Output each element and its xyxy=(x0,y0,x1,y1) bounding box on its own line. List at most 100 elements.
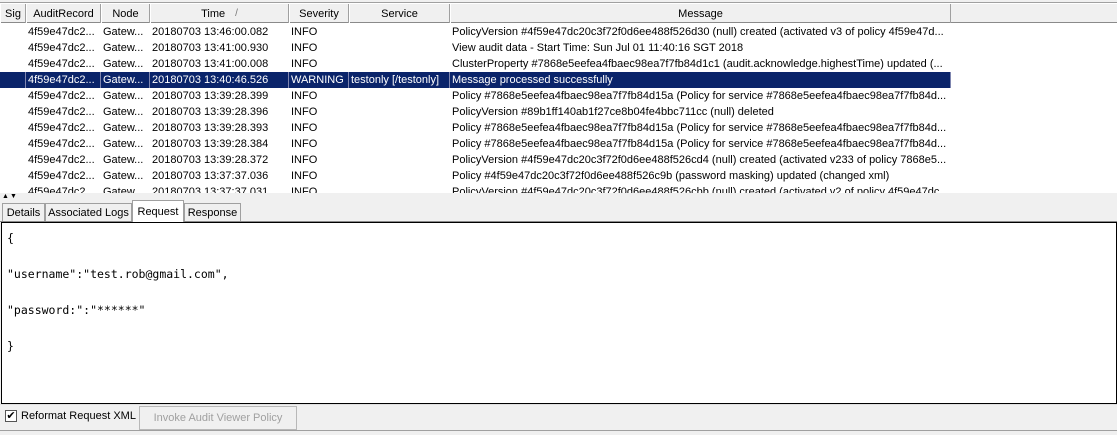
tab-label: Details xyxy=(6,206,41,219)
cell-service xyxy=(349,136,450,152)
cell-sig xyxy=(0,40,26,56)
cell-node: Gatew... xyxy=(103,186,144,193)
table-row[interactable]: 4f59e47dc2... Gatew... 20180703 13:39:28.3… xyxy=(0,88,951,104)
column-header-label: AuditRecord xyxy=(33,7,94,20)
cell-sig xyxy=(0,104,26,120)
tab-label: Response xyxy=(187,206,238,219)
table-row[interactable]: 4f59e47dc2... Gatew... 20180703 13:39:28.3… xyxy=(0,104,951,120)
detail-tabs: Details Associated Logs Request Response xyxy=(0,200,1117,222)
pane-splitter[interactable]: ▲ ▼ xyxy=(0,193,1117,200)
cell-message: PolicyVersion #89b1ff140ab1f27ce8b04fe4b… xyxy=(452,106,774,118)
cell-time: 20180703 13:39:28.372 xyxy=(152,154,269,166)
cell-severity: INFO xyxy=(291,90,318,102)
cell-sig xyxy=(0,152,26,168)
cell-message: Policy #7868e5eefea4fbaec98ea7f7fb84d15a… xyxy=(452,90,947,102)
cell-severity: INFO xyxy=(291,186,318,193)
reformat-request-xml-checkbox[interactable]: ✔ Reformat Request XML xyxy=(5,410,136,422)
cell-sig xyxy=(0,136,26,152)
cell-node: Gatew... xyxy=(101,72,150,88)
cell-node: Gatew... xyxy=(103,42,144,54)
cell-audit-record: 4f59e47dc2... xyxy=(28,90,95,102)
tab-label: Associated Logs xyxy=(48,206,129,219)
cell-sig xyxy=(0,56,26,72)
cell-message: ClusterProperty #7868e5eefea4fbaec98ea7f… xyxy=(452,58,943,70)
cell-severity: INFO xyxy=(291,26,318,38)
column-header-label: Severity xyxy=(299,7,339,20)
cell-node: Gatew... xyxy=(103,58,144,70)
cell-message: Message processed successfully xyxy=(450,72,951,88)
cell-audit-record: 4f59e47dc2... xyxy=(26,72,101,88)
cell-time: 20180703 13:41:00.008 xyxy=(152,58,269,70)
cell-message: PolicyVersion #4f59e47dc20c3f72f0d6ee488… xyxy=(452,26,944,38)
cell-sig xyxy=(0,24,26,40)
cell-time: 20180703 13:39:28.399 xyxy=(152,90,269,102)
reformat-request-xml-label: Reformat Request XML xyxy=(21,410,136,422)
cell-time: 20180703 13:46:00.082 xyxy=(152,26,269,38)
column-header-label: Sig xyxy=(5,7,21,20)
table-header: Sig AuditRecord Node Time / Severity Serv… xyxy=(0,4,1117,23)
cell-service xyxy=(349,184,450,193)
cell-severity: WARNING xyxy=(289,72,349,88)
table-row[interactable]: 4f59e47dc2... Gatew... 20180703 13:46:00.0… xyxy=(0,24,951,40)
cell-sig xyxy=(0,184,26,193)
tab-request[interactable]: Request xyxy=(132,200,184,222)
sort-indicator-icon: / xyxy=(235,8,238,19)
cell-time: 20180703 13:39:28.396 xyxy=(152,106,269,118)
cell-audit-record: 4f59e47dc2... xyxy=(28,170,95,182)
cell-audit-record: 4f59e47dc2... xyxy=(28,122,95,134)
cell-node: Gatew... xyxy=(103,106,144,118)
table-row[interactable]: 4f59e47dc2... Gatew... 20180703 13:37:37.0… xyxy=(0,168,951,184)
collapse-up-icon[interactable]: ▲ xyxy=(2,193,9,200)
invoke-audit-viewer-policy-button[interactable]: Invoke Audit Viewer Policy xyxy=(139,406,297,430)
cell-service xyxy=(349,24,450,40)
column-header-label: Message xyxy=(678,7,723,20)
cell-service: testonly [/testonly] xyxy=(349,72,450,88)
column-header-auditrecord[interactable]: AuditRecord xyxy=(26,4,101,23)
cell-time: 20180703 13:40:46.526 xyxy=(150,72,289,88)
column-header-label: Time xyxy=(201,7,226,20)
table-row[interactable]: 4f59e47dc2... Gatew... 20180703 13:37:37.0… xyxy=(0,184,951,193)
audit-records-table: Sig AuditRecord Node Time / Severity Serv… xyxy=(0,0,1117,193)
table-row[interactable]: 4f59e47dc2... Gatew... 20180703 13:39:28.3… xyxy=(0,152,951,168)
table-row[interactable]: 4f59e47dc2... Gatew... 20180703 13:41:00.9… xyxy=(0,40,951,56)
cell-sig xyxy=(0,88,26,104)
cell-time: 20180703 13:37:37.036 xyxy=(152,170,269,182)
table-row[interactable]: 4f59e47dc2... Gatew... 20180703 13:39:28.3… xyxy=(0,136,951,152)
cell-service xyxy=(349,40,450,56)
column-header-label: Service xyxy=(381,7,418,20)
request-body-viewer[interactable]: { "username":"test.rob@gmail.com", "pass… xyxy=(1,222,1117,404)
column-header-severity[interactable]: Severity xyxy=(289,4,349,23)
column-header-service[interactable]: Service xyxy=(349,4,450,23)
cell-service xyxy=(349,104,450,120)
column-header-node[interactable]: Node xyxy=(101,4,150,23)
cell-message: View audit data - Start Time: Sun Jul 01… xyxy=(452,42,744,54)
cell-message: PolicyVersion #4f59e47dc20c3f72f0d6ee488… xyxy=(452,186,949,193)
button-label: Invoke Audit Viewer Policy xyxy=(153,412,283,424)
cell-audit-record: 4f59e47dc2... xyxy=(28,26,95,38)
column-header-time[interactable]: Time / xyxy=(150,4,289,23)
checkmark-icon[interactable]: ✔ xyxy=(5,410,17,422)
table-row[interactable]: 4f59e47dc2... Gatew... 20180703 13:41:00.0… xyxy=(0,56,951,72)
cell-service xyxy=(349,120,450,136)
tab-response[interactable]: Response xyxy=(184,203,241,221)
cell-service xyxy=(349,168,450,184)
column-header-message[interactable]: Message xyxy=(450,4,951,23)
cell-time: 20180703 13:39:28.393 xyxy=(152,122,269,134)
cell-severity: INFO xyxy=(291,58,318,70)
table-body: 4f59e47dc2... Gatew... 20180703 13:46:00.0… xyxy=(0,24,951,193)
cell-node: Gatew... xyxy=(103,170,144,182)
cell-message: Policy #4f59e47dc20c3f72f0d6ee488f526c9b… xyxy=(452,170,890,182)
tab-label: Request xyxy=(137,205,179,218)
cell-severity: INFO xyxy=(291,138,318,150)
table-row[interactable]: 4f59e47dc2... Gatew... 20180703 13:40:46.5… xyxy=(0,72,951,88)
cell-message: Policy #7868e5eefea4fbaec98ea7f7fb84d15a… xyxy=(452,122,947,134)
tab-details[interactable]: Details xyxy=(2,203,45,221)
cell-audit-record: 4f59e47dc2... xyxy=(28,138,95,150)
tab-associated-logs[interactable]: Associated Logs xyxy=(45,203,132,221)
table-row[interactable]: 4f59e47dc2... Gatew... 20180703 13:39:28.3… xyxy=(0,120,951,136)
expand-down-icon[interactable]: ▼ xyxy=(10,193,17,200)
request-body-text[interactable]: { "username":"test.rob@gmail.com", "pass… xyxy=(2,223,1116,361)
cell-message: PolicyVersion #4f59e47dc20c3f72f0d6ee488… xyxy=(452,154,947,166)
cell-severity: INFO xyxy=(291,106,318,118)
column-header-sig[interactable]: Sig xyxy=(0,4,26,23)
